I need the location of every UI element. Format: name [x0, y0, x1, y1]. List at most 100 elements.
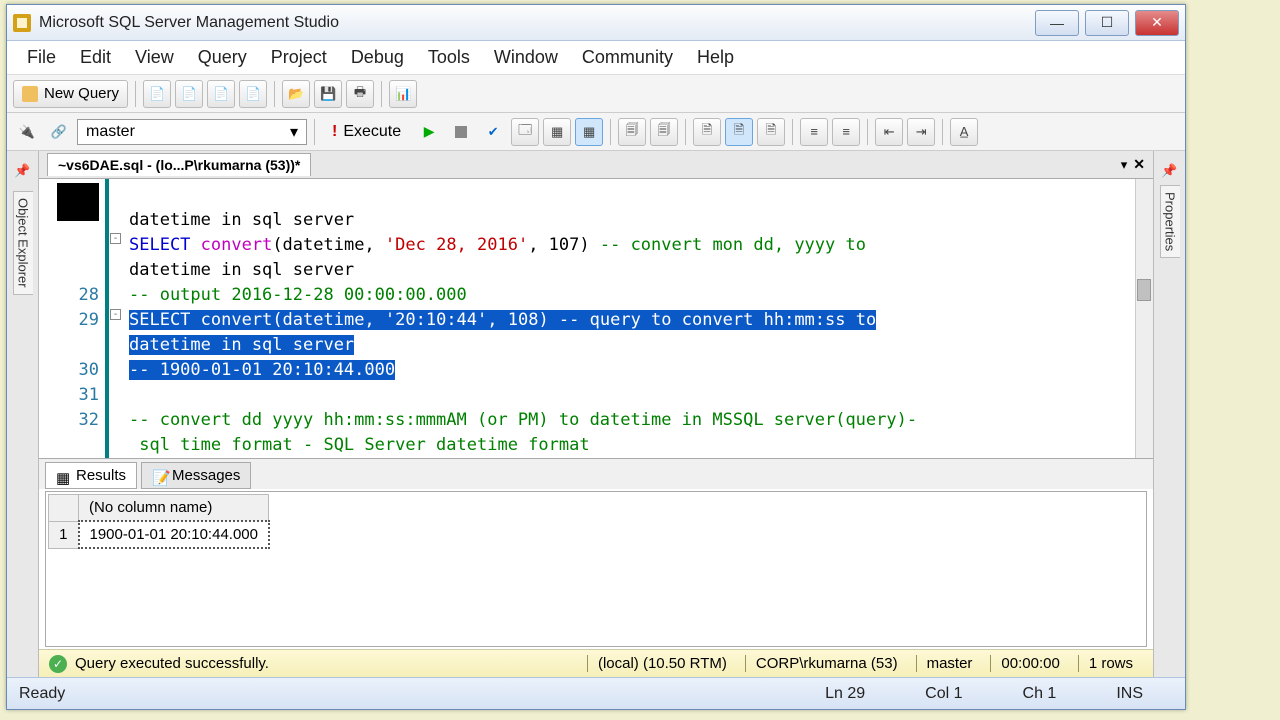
line-gutter: 28 29 30 31 32 33	[39, 179, 109, 458]
db-engine-query-icon[interactable]: 📄	[143, 80, 171, 108]
selected-text: SELECT convert(datetime, '20:10:44', 108…	[129, 310, 876, 380]
server-info: (local) (10.50 RTM)	[587, 655, 737, 672]
include-stats-icon[interactable]: 🗐	[650, 118, 678, 146]
status-ready: Ready	[19, 685, 65, 703]
decrease-indent-icon[interactable]: ⇤	[875, 118, 903, 146]
database-dropdown[interactable]: master ▾	[77, 119, 307, 145]
app-icon	[13, 14, 31, 32]
separator	[792, 119, 793, 145]
menu-debug[interactable]: Debug	[341, 43, 414, 72]
results-grid-icon[interactable]: 🗎	[725, 118, 753, 146]
rows-info: 1 rows	[1078, 655, 1143, 672]
code-text: , 108)	[487, 310, 559, 330]
document-tab-bar: ~vs6DAE.sql - (lo...P\rkumarna (53))* ▾ …	[39, 151, 1153, 179]
analysis-dmx-icon[interactable]: 📄	[207, 80, 235, 108]
include-plan-icon[interactable]: 🗐	[618, 118, 646, 146]
separator	[867, 119, 868, 145]
row-header[interactable]: 1	[49, 521, 79, 548]
results-grid-icon: ▦	[56, 469, 70, 483]
new-query-label: New Query	[44, 85, 119, 102]
user-info: CORP\rkumarna (53)	[745, 655, 908, 672]
tab-close-icon[interactable]: ✕	[1133, 156, 1145, 173]
maximize-button[interactable]: ☐	[1085, 10, 1129, 36]
change-connection-icon[interactable]: 🔗	[45, 118, 73, 146]
estimated-plan-icon[interactable]: 🗔	[511, 118, 539, 146]
code-text: sql time format - SQL Server datetime fo…	[129, 435, 590, 455]
window-title: Microsoft SQL Server Management Studio	[39, 14, 1035, 32]
parse-check-icon[interactable]: ✔	[479, 118, 507, 146]
comment-icon[interactable]: ≡	[800, 118, 828, 146]
connect-icon[interactable]: 🔌	[13, 118, 41, 146]
separator	[610, 119, 611, 145]
properties-pin-icon[interactable]: 📌	[1156, 157, 1184, 185]
object-explorer-pin-icon[interactable]: 📌	[9, 157, 37, 185]
activity-monitor-icon[interactable]: 📊	[389, 80, 417, 108]
fold-minus-icon[interactable]: -	[110, 309, 121, 320]
center-pane: ~vs6DAE.sql - (lo...P\rkumarna (53))* ▾ …	[39, 151, 1153, 677]
fold-column: - -	[109, 179, 123, 458]
code-text: -- convert dd yyyy hh:mm:ss:mmmAM (or PM…	[129, 410, 917, 430]
results-grid[interactable]: (No column name) 11900-01-01 20:10:44.00…	[45, 491, 1147, 647]
column-header[interactable]: (No column name)	[79, 495, 269, 522]
menu-tools[interactable]: Tools	[418, 43, 480, 72]
properties-tab[interactable]: Properties	[1160, 185, 1180, 258]
code-text: datetime in sql server	[129, 260, 354, 280]
menu-project[interactable]: Project	[261, 43, 337, 72]
fold-minus-icon[interactable]: -	[110, 233, 121, 244]
line-number: 30	[39, 358, 99, 383]
results-text-icon[interactable]: 🗎	[693, 118, 721, 146]
sql-editor[interactable]: 28 29 30 31 32 33 - - datetime in sql se…	[39, 179, 1153, 459]
code-area[interactable]: datetime in sql server SELECT convert(da…	[123, 179, 1135, 458]
intellisense-icon[interactable]: ▦	[575, 118, 603, 146]
code-text: convert	[201, 235, 273, 255]
stop-icon[interactable]	[447, 118, 475, 146]
separator	[685, 119, 686, 145]
document-tab[interactable]: ~vs6DAE.sql - (lo...P\rkumarna (53))*	[47, 153, 311, 176]
menu-file[interactable]: File	[17, 43, 66, 72]
new-query-button[interactable]: New Query	[13, 80, 128, 108]
separator	[314, 119, 315, 145]
execute-button[interactable]: ! Execute	[322, 118, 411, 146]
menu-community[interactable]: Community	[572, 43, 683, 72]
debug-play-icon[interactable]: ▶	[415, 118, 443, 146]
save-all-icon[interactable]: 🖶	[346, 80, 374, 108]
tab-dropdown-icon[interactable]: ▾	[1121, 157, 1128, 173]
query-options-icon[interactable]: ▦	[543, 118, 571, 146]
line-number: 32	[39, 408, 99, 433]
status-ch: Ch 1	[993, 685, 1087, 703]
menu-view[interactable]: View	[125, 43, 184, 72]
increase-indent-icon[interactable]: ⇥	[907, 118, 935, 146]
left-rail: 📌 Object Explorer	[7, 151, 39, 677]
separator	[135, 81, 136, 107]
toolbar-query: 🔌 🔗 master ▾ ! Execute ▶ ✔ 🗔 ▦ ▦ 🗐 🗐 🗎 🗎…	[7, 113, 1185, 151]
toolbar-main: New Query 📄 📄 📄 📄 📂 💾 🖶 📊	[7, 75, 1185, 113]
code-text: '20:10:44'	[385, 310, 487, 330]
close-button[interactable]: ✕	[1135, 10, 1179, 36]
analysis-xmla-icon[interactable]: 📄	[239, 80, 267, 108]
menu-edit[interactable]: Edit	[70, 43, 121, 72]
execute-icon: !	[332, 123, 337, 141]
line-number: 29	[39, 308, 99, 333]
editor-scrollbar[interactable]	[1135, 179, 1153, 458]
scroll-thumb[interactable]	[1137, 279, 1151, 301]
grid-cell[interactable]: 1900-01-01 20:10:44.000	[79, 521, 269, 548]
uncomment-icon[interactable]: ≡	[832, 118, 860, 146]
menu-window[interactable]: Window	[484, 43, 568, 72]
db-info: master	[916, 655, 983, 672]
messages-icon: 📝	[152, 469, 166, 483]
specify-values-icon[interactable]: A̲	[950, 118, 978, 146]
titlebar[interactable]: Microsoft SQL Server Management Studio —…	[7, 5, 1185, 41]
success-icon: ✓	[49, 655, 67, 673]
save-icon[interactable]: 💾	[314, 80, 342, 108]
open-file-icon[interactable]: 📂	[282, 80, 310, 108]
results-tab[interactable]: ▦ Results	[45, 462, 137, 489]
menu-query[interactable]: Query	[188, 43, 257, 72]
messages-tab[interactable]: 📝 Messages	[141, 462, 251, 489]
results-file-icon[interactable]: 🗎	[757, 118, 785, 146]
minimize-button[interactable]: —	[1035, 10, 1079, 36]
menu-help[interactable]: Help	[687, 43, 744, 72]
object-explorer-tab[interactable]: Object Explorer	[13, 191, 33, 295]
code-text: , 107)	[528, 235, 600, 255]
analysis-mdx-icon[interactable]: 📄	[175, 80, 203, 108]
separator	[942, 119, 943, 145]
